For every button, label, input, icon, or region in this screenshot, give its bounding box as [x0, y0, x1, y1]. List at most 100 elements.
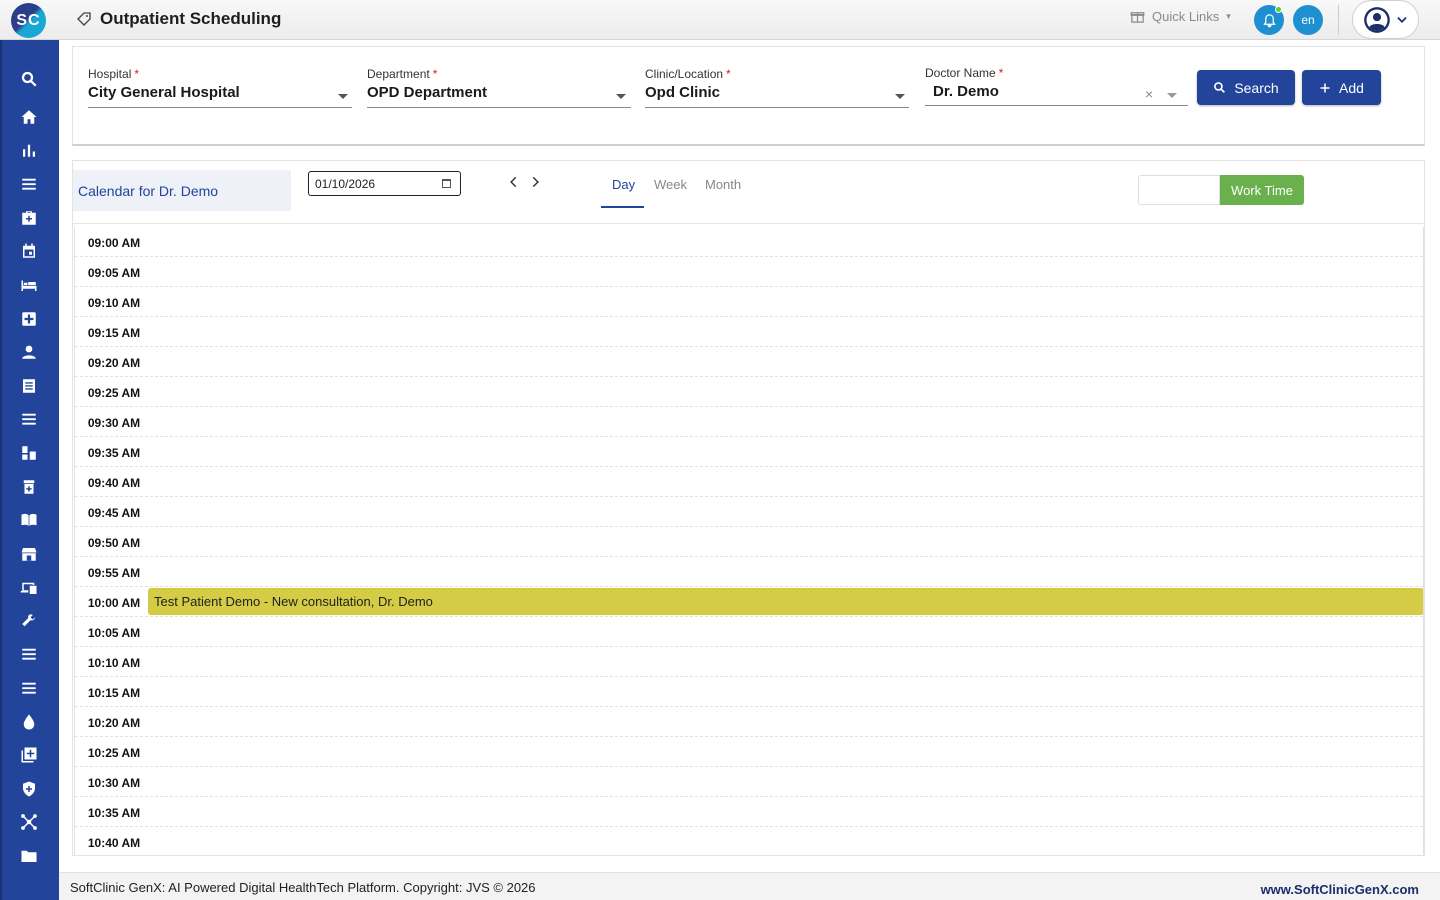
tab-week[interactable]: Week — [654, 177, 687, 192]
department-select[interactable]: Department * OPD Department — [367, 67, 631, 108]
doctor-select[interactable]: Doctor Name * Dr. Demo × — [925, 66, 1188, 106]
time-slot-row[interactable]: 10:30 AM — [75, 767, 1423, 797]
time-slot-label: 09:05 AM — [87, 266, 141, 280]
time-slot-row[interactable]: 10:00 AM Test Patient Demo - New consulta… — [75, 587, 1423, 617]
bell-icon — [1262, 13, 1276, 27]
time-slot-label: 10:10 AM — [87, 656, 141, 670]
top-bar: SC Outpatient Scheduling Quick Links ▾ e… — [0, 0, 1440, 40]
profile-menu[interactable] — [1352, 0, 1419, 39]
book-icon[interactable] — [18, 509, 40, 531]
wrench-icon[interactable] — [18, 610, 40, 632]
appointment-event[interactable]: Test Patient Demo - New consultation, Dr… — [148, 588, 1423, 615]
add-button[interactable]: Add — [1302, 70, 1381, 105]
dropdown-arrow-icon — [338, 94, 348, 99]
hospital-value: City General Hospital — [88, 84, 240, 101]
time-slot-row[interactable]: 10:20 AM — [75, 707, 1423, 737]
time-slot-label: 09:00 AM — [87, 236, 141, 250]
network-icon[interactable] — [18, 811, 40, 833]
drop-icon[interactable] — [18, 711, 40, 733]
bed-icon[interactable] — [18, 274, 40, 296]
page-title: Outpatient Scheduling — [100, 9, 282, 28]
chevron-right-icon[interactable] — [528, 175, 542, 189]
sidebar-nav — [0, 40, 59, 900]
quick-links-label: Quick Links — [1152, 9, 1220, 24]
menu-icon[interactable] — [18, 643, 40, 665]
time-slot-row[interactable]: 09:15 AM — [75, 317, 1423, 347]
time-slot-label: 09:50 AM — [87, 536, 141, 550]
department-label: Department * — [367, 67, 438, 81]
search-button[interactable]: Search — [1197, 70, 1295, 105]
bar-chart-icon[interactable] — [18, 139, 40, 161]
work-time-button[interactable]: Work Time — [1220, 175, 1304, 205]
notifications-button[interactable] — [1254, 5, 1284, 35]
time-slot-row[interactable]: 09:25 AM — [75, 377, 1423, 407]
calendar-panel: Calendar for Dr. Demo 01/10/2026 Day Wee… — [72, 160, 1425, 856]
menu-icon[interactable] — [18, 408, 40, 430]
time-slot-label: 09:20 AM — [87, 356, 141, 370]
tab-day[interactable]: Day — [612, 177, 635, 192]
time-slot-row[interactable]: 09:10 AM — [75, 287, 1423, 317]
time-slot-label: 10:05 AM — [87, 626, 141, 640]
shield-icon[interactable] — [18, 778, 40, 800]
time-slot-label: 09:40 AM — [87, 476, 141, 490]
clear-icon[interactable]: × — [1145, 86, 1153, 102]
department-value: OPD Department — [367, 84, 488, 101]
menu-icon[interactable] — [18, 677, 40, 699]
footer-copyright: SoftClinic GenX: AI Powered Digital Heal… — [70, 880, 536, 895]
filter-panel: Hospital * City General Hospital Departme… — [72, 46, 1425, 146]
doctor-label: Doctor Name * — [925, 66, 1004, 80]
gift-icon — [1130, 12, 1145, 23]
time-slot-row[interactable]: 09:20 AM — [75, 347, 1423, 377]
menu-icon[interactable] — [18, 173, 40, 195]
date-input[interactable]: 01/10/2026 — [308, 171, 461, 196]
clinic-select[interactable]: Clinic/Location * Opd Clinic — [645, 67, 909, 108]
time-slot-row[interactable]: 09:50 AM — [75, 527, 1423, 557]
time-slot-row[interactable]: 09:40 AM — [75, 467, 1423, 497]
plus-icon — [1320, 83, 1330, 92]
pharmacy-icon[interactable] — [18, 442, 40, 464]
time-slot-label: 09:30 AM — [87, 416, 141, 430]
document-icon[interactable] — [18, 375, 40, 397]
add-box-icon[interactable] — [18, 744, 40, 766]
time-slot-label: 09:15 AM — [87, 326, 141, 340]
medical-bag-icon[interactable] — [18, 207, 40, 229]
calendar-icon[interactable] — [442, 179, 451, 188]
tag-icon — [77, 12, 91, 26]
footer-website-link[interactable]: www.SoftClinicGenX.com — [1261, 882, 1419, 897]
time-slot-row[interactable]: 09:05 AM — [75, 257, 1423, 287]
dropdown-arrow-icon — [616, 94, 626, 99]
date-value: 01/10/2026 — [315, 176, 376, 191]
time-slot-row[interactable]: 10:05 AM — [75, 617, 1423, 647]
person-icon[interactable] — [18, 341, 40, 363]
time-slot-row[interactable]: 09:30 AM — [75, 407, 1423, 437]
time-slot-row[interactable]: 10:10 AM — [75, 647, 1423, 677]
chevron-left-icon[interactable] — [507, 175, 521, 189]
time-slot-row[interactable]: 09:35 AM — [75, 437, 1423, 467]
calendar-icon[interactable] — [18, 240, 40, 262]
time-slot-row[interactable]: 09:00 AM — [75, 227, 1423, 257]
quick-links-menu[interactable]: Quick Links ▾ — [1130, 9, 1231, 24]
time-slot-row[interactable]: 10:25 AM — [75, 737, 1423, 767]
hospital-select[interactable]: Hospital * City General Hospital — [88, 67, 352, 108]
footer: SoftClinic GenX: AI Powered Digital Heal… — [59, 872, 1440, 900]
work-time-field[interactable] — [1138, 175, 1220, 205]
language-button[interactable]: en — [1293, 5, 1323, 35]
app-logo[interactable]: SC — [11, 3, 46, 38]
time-slot-row[interactable]: 10:35 AM — [75, 797, 1423, 827]
store-icon[interactable] — [18, 543, 40, 565]
medical-cross-icon[interactable] — [18, 308, 40, 330]
time-slot-row[interactable]: 10:40 AM — [75, 827, 1423, 855]
time-slot-label: 10:20 AM — [87, 716, 141, 730]
avatar-icon — [1364, 6, 1390, 33]
medicine-icon[interactable] — [18, 476, 40, 498]
folder-icon[interactable] — [18, 845, 40, 867]
tab-month[interactable]: Month — [705, 177, 741, 192]
search-icon[interactable] — [18, 68, 40, 90]
devices-icon[interactable] — [18, 577, 40, 599]
time-slot-row[interactable]: 09:45 AM — [75, 497, 1423, 527]
time-slot-label: 09:35 AM — [87, 446, 141, 460]
dropdown-arrow-icon — [1167, 93, 1177, 98]
time-slot-row[interactable]: 09:55 AM — [75, 557, 1423, 587]
time-slot-row[interactable]: 10:15 AM — [75, 677, 1423, 707]
home-icon[interactable] — [18, 106, 40, 128]
